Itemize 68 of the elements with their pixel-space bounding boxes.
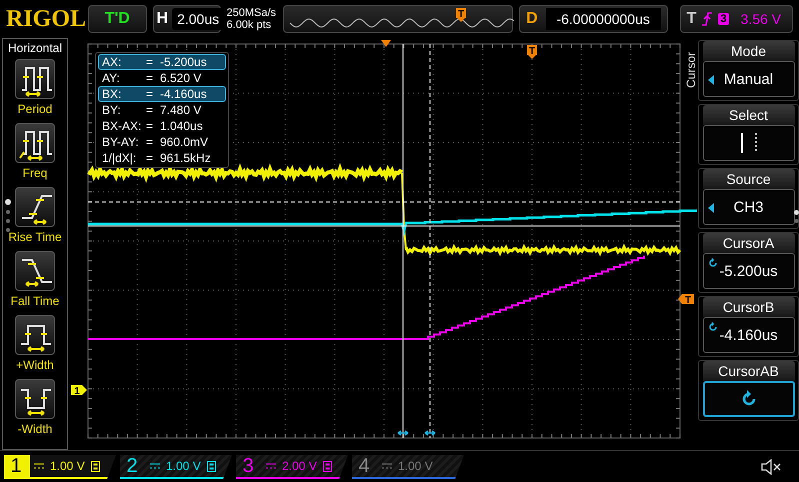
measure-label: Period — [18, 102, 52, 116]
measure-label: Rise Time — [8, 230, 62, 244]
measure-label: Freq — [22, 166, 48, 180]
rising-edge-icon — [702, 11, 712, 27]
menu-item-title: Select — [702, 105, 794, 125]
channel-tab[interactable]: 4 1.00 V — [352, 455, 464, 479]
readout-row-text: BY-AY: = 960.0mV — [101, 134, 210, 150]
bandwidth-limit-icon — [90, 460, 100, 472]
trigger-level: 3.56 V — [740, 11, 782, 27]
channel-tab[interactable]: 3 2.00 V — [236, 455, 348, 479]
trigger-source: 3 — [718, 13, 729, 25]
bandwidth-limit-icon — [206, 460, 216, 472]
trigger-panel[interactable]: T 3 3.56 V — [680, 5, 793, 33]
dc-coupling-icon — [150, 462, 160, 470]
measure-label: +Width — [16, 358, 54, 372]
delay-value: -6.00000000us — [546, 8, 661, 30]
measure-button[interactable] — [15, 251, 55, 291]
refresh-icon — [706, 257, 718, 269]
page-indicator-icon — [794, 210, 799, 224]
dc-coupling-icon — [382, 462, 392, 470]
refresh-icon — [706, 321, 718, 333]
cursor-marker-icon — [424, 430, 436, 436]
menu-item-title: CursorA — [702, 233, 794, 253]
trigger-point-icon — [381, 40, 391, 47]
readout-row-text: 1/|dX|: = 961.5kHz — [101, 150, 212, 166]
measure-label: -Width — [18, 422, 52, 436]
left-arrow-icon — [708, 75, 714, 85]
menu-item-title: CursorAB — [702, 361, 794, 381]
menu-value[interactable]: -5.200us — [702, 253, 794, 289]
speaker-muted-icon[interactable] — [761, 459, 781, 475]
memory-depth: 6.00k pts — [226, 19, 272, 31]
measure-button[interactable] — [15, 315, 55, 355]
timebase-label: H — [156, 10, 168, 28]
channel-tab[interactable]: 1 1.00 V — [4, 455, 116, 479]
measure-label: Fall Time — [10, 294, 60, 308]
bandwidth-limit-icon — [322, 460, 332, 472]
measure-button[interactable] — [15, 123, 55, 163]
cursor-marker-icon — [397, 430, 409, 436]
delay-label: D — [526, 10, 538, 28]
menu-item-title: Source — [702, 169, 794, 189]
run-status[interactable]: T'D — [88, 5, 147, 33]
delay-panel[interactable]: D -6.00000000us — [519, 5, 668, 33]
readout-row: BX: = -4.160us — [98, 86, 226, 102]
menu-title: Cursor — [684, 52, 698, 88]
timebase-panel[interactable]: H 2.00us — [152, 5, 221, 33]
measure-button[interactable] — [15, 59, 55, 99]
channel-marker[interactable]: 1 — [71, 385, 87, 397]
sample-rate: 250MSa/s — [226, 7, 278, 19]
channel-tab[interactable]: 2 1.00 V — [120, 455, 232, 479]
menu-value[interactable]: -4.160us — [702, 317, 794, 353]
dc-coupling-icon — [266, 462, 276, 470]
measure-button[interactable] — [15, 379, 55, 419]
menu-value[interactable]: Manual — [702, 61, 794, 97]
readout-row-text: BX-AX: = 1.040us — [101, 118, 204, 134]
track-button[interactable] — [702, 381, 794, 417]
menu-title: Horizontal — [8, 40, 62, 57]
page-indicator-icon — [5, 199, 11, 233]
left-arrow-icon — [708, 203, 714, 213]
measure-button[interactable] — [15, 187, 55, 227]
dc-coupling-icon — [34, 462, 44, 470]
readout-row-text: BY: = 7.480 V — [101, 102, 202, 118]
menu-item-title: Mode — [702, 41, 794, 61]
menu-item-title: CursorB — [702, 297, 794, 317]
trigger-label: T — [686, 10, 696, 28]
menu-value[interactable]: CH3 — [702, 189, 794, 225]
readout-row: AX: = -5.200us — [98, 54, 226, 70]
trigger-level-marker[interactable]: T — [678, 294, 694, 306]
readout-row-text: AY: = 6.520 V — [101, 70, 202, 86]
